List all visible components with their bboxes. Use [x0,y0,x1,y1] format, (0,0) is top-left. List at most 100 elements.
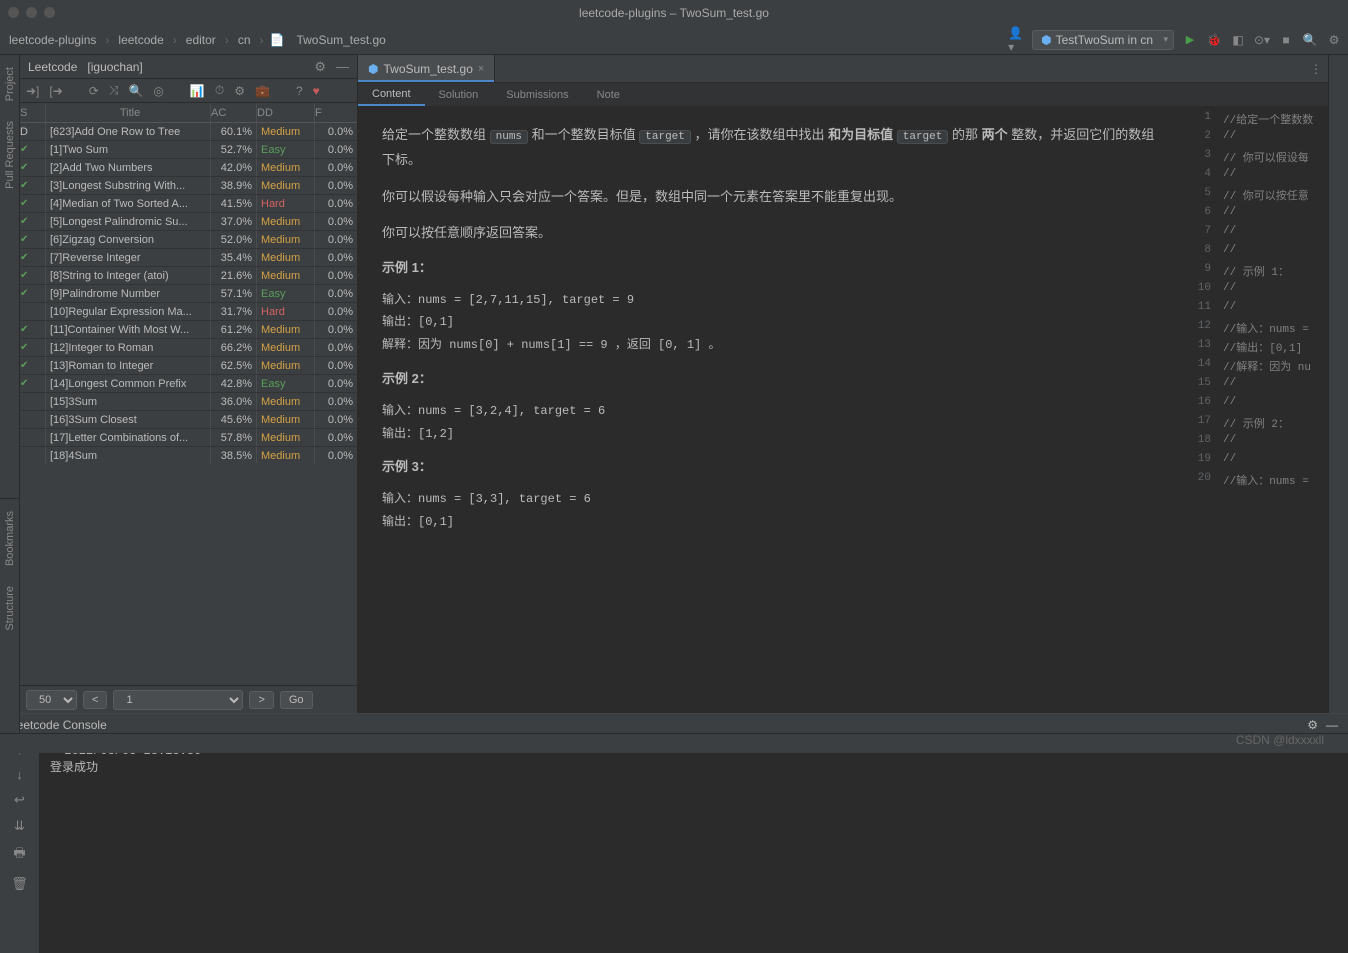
col-title[interactable]: Title [46,103,211,122]
editor-tabs: ⬢ TwoSum_test.go × ⋮ [358,55,1328,83]
col-dd[interactable]: DD [257,103,315,122]
rail-structure[interactable]: Structure [4,582,16,635]
table-row[interactable]: ✔[11]Container With Most W...61.2%Medium… [20,321,357,339]
tab-note[interactable]: Note [583,83,634,106]
close-tab-icon[interactable]: × [478,63,484,75]
settings-icon[interactable]: ⚙ [1326,32,1342,48]
trash-icon[interactable]: 🗑 [11,876,28,892]
table-row[interactable]: ✔[1]Two Sum52.7%Easy0.0% [20,141,357,159]
run-config-label: TestTwoSum in cn [1056,33,1153,47]
rail-project[interactable]: Project [4,63,16,105]
console-output: > 2022/08/05 23:18:30 登录成功 [40,736,1348,953]
table-row[interactable]: [18]4Sum38.5%Medium0.0% [20,447,357,463]
gear-icon[interactable]: ⚙ [234,84,245,98]
table-row[interactable]: [15]3Sum36.0%Medium0.0% [20,393,357,411]
panel-header: Leetcode [iguochan] ⚙ — [20,55,357,79]
next-page-button[interactable]: > [249,691,273,709]
code-nums: nums [490,130,528,144]
breadcrumb-item[interactable]: leetcode [115,31,166,49]
leetcode-panel: Leetcode [iguochan] ⚙ — ➜] [➜ ⟳ ⤨ 🔍 ◎ 📊 … [20,55,358,713]
line-numbers: 1234567891011121314151617181920 [1181,107,1217,713]
console-settings-icon[interactable]: ⚙ [1307,718,1318,732]
table-row[interactable]: D[623]Add One Row to Tree60.1%Medium0.0% [20,123,357,141]
debug-icon[interactable]: 🐞 [1206,32,1222,48]
breadcrumb-file[interactable]: TwoSum_test.go [293,31,388,49]
go-button[interactable]: Go [280,691,313,709]
search-icon[interactable]: 🔍 [1302,32,1318,48]
table-row[interactable]: ✔[2]Add Two Numbers42.0%Medium0.0% [20,159,357,177]
table-row[interactable]: [17]Letter Combinations of...57.8%Medium… [20,429,357,447]
shuffle-icon[interactable]: ⤨ [109,83,119,98]
table-row[interactable]: ✔[14]Longest Common Prefix42.8%Easy0.0% [20,375,357,393]
window-close-icon[interactable] [8,7,19,18]
status-bar [0,733,1348,753]
briefcase-icon[interactable]: 💼 [255,84,270,98]
wrap-icon[interactable]: ↩ [14,792,25,808]
go-test-icon: ⬢ [1041,33,1051,47]
table-row[interactable]: [16]3Sum Closest45.6%Medium0.0% [20,411,357,429]
tabs-menu-icon[interactable]: ⋮ [1310,62,1328,76]
login-icon[interactable]: ➜] [26,84,39,98]
down-icon[interactable]: ↓ [16,767,23,782]
logout-icon[interactable]: [➜ [49,84,62,98]
table-row[interactable]: [10]Regular Expression Ma...31.7%Hard0.0… [20,303,357,321]
console-title: Leetcode Console [10,718,107,732]
table-row[interactable]: ✔[6]Zigzag Conversion52.0%Medium0.0% [20,231,357,249]
tab-submissions[interactable]: Submissions [492,83,582,106]
run-icon[interactable]: ▶ [1182,32,1198,48]
print-icon[interactable]: 🖶 [13,844,25,866]
tab-solution[interactable]: Solution [425,83,493,106]
user-icon[interactable]: 👤▾ [1008,32,1024,48]
table-row[interactable]: ✔[3]Longest Substring With...38.9%Medium… [20,177,357,195]
code-lines: //给定一个整数数//// 你可以假设每//// 你可以按任意//////// … [1217,107,1328,713]
table-row[interactable]: ✔[7]Reverse Integer35.4%Medium0.0% [20,249,357,267]
panel-toolbar: ➜] [➜ ⟳ ⤨ 🔍 ◎ 📊 ⏱ ⚙ 💼 ? ♥ [20,79,357,103]
editor-tab[interactable]: ⬢ TwoSum_test.go × [358,55,495,82]
help-icon[interactable]: ? [296,84,303,98]
refresh-icon[interactable]: ⟳ [89,84,99,98]
table-row[interactable]: ✔[12]Integer to Roman66.2%Medium0.0% [20,339,357,357]
prev-page-button[interactable]: < [83,691,107,709]
page-select[interactable]: 1 [113,690,243,710]
table-row[interactable]: ✔[4]Median of Two Sorted A...41.5%Hard0.… [20,195,357,213]
find-icon[interactable]: 🔍 [128,84,143,98]
col-status[interactable]: S [20,103,46,122]
rail-bookmarks[interactable]: Bookmarks [4,507,16,570]
donate-icon[interactable]: ♥ [313,84,320,98]
window-zoom-icon[interactable] [44,7,55,18]
tab-content[interactable]: Content [358,83,425,106]
code-target: target [639,130,691,144]
scroll-icon[interactable]: ⇊ [14,818,25,834]
breadcrumb-item[interactable]: leetcode-plugins [6,31,99,49]
rail-pull-requests[interactable]: Pull Requests [4,117,16,193]
table-row[interactable]: ✔[13]Roman to Integer62.5%Medium0.0% [20,357,357,375]
stats-icon[interactable]: 📊 [190,84,205,98]
go-file-icon: ⬢ [368,62,378,76]
pagesize-select[interactable]: 50 [26,690,77,710]
console-rail: ↑ ↓ ↩ ⇊ 🖶 🗑 [0,736,40,953]
table-header: S Title AC DD F [20,103,357,123]
table-row[interactable]: ✔[9]Palindrome Number57.1%Easy0.0% [20,285,357,303]
breadcrumb-item[interactable]: cn [235,31,254,49]
table-row[interactable]: ✔[5]Longest Palindromic Su...37.0%Medium… [20,213,357,231]
profile-icon[interactable]: ⊙▾ [1254,32,1270,48]
main-toolbar: leetcode-plugins› leetcode› editor› cn› … [0,25,1348,55]
col-ac[interactable]: AC [211,103,257,122]
breadcrumb-item[interactable]: editor [183,31,219,49]
window-minimize-icon[interactable] [26,7,37,18]
console-hide-icon[interactable]: — [1326,718,1338,732]
target-icon[interactable]: ◎ [153,84,163,98]
col-f[interactable]: F [315,103,357,122]
panel-tab-leetcode[interactable]: Leetcode [28,60,77,74]
run-config-dropdown[interactable]: ⬢ TestTwoSum in cn [1032,30,1174,50]
table-row[interactable]: ✔[8]String to Integer (atoi)21.6%Medium0… [20,267,357,285]
panel-tab-user[interactable]: [iguochan] [87,60,142,74]
tab-label: TwoSum_test.go [383,62,472,76]
timer-icon[interactable]: ⏱ [215,83,224,98]
settings-icon[interactable]: ⚙ [314,59,326,75]
stop-icon[interactable]: ■ [1278,32,1294,48]
watermark: CSDN @ldxxxxll [1236,733,1324,747]
table-body[interactable]: D[623]Add One Row to Tree60.1%Medium0.0%… [20,123,357,463]
coverage-icon[interactable]: ◧ [1230,32,1246,48]
minimize-icon[interactable]: — [336,59,349,74]
